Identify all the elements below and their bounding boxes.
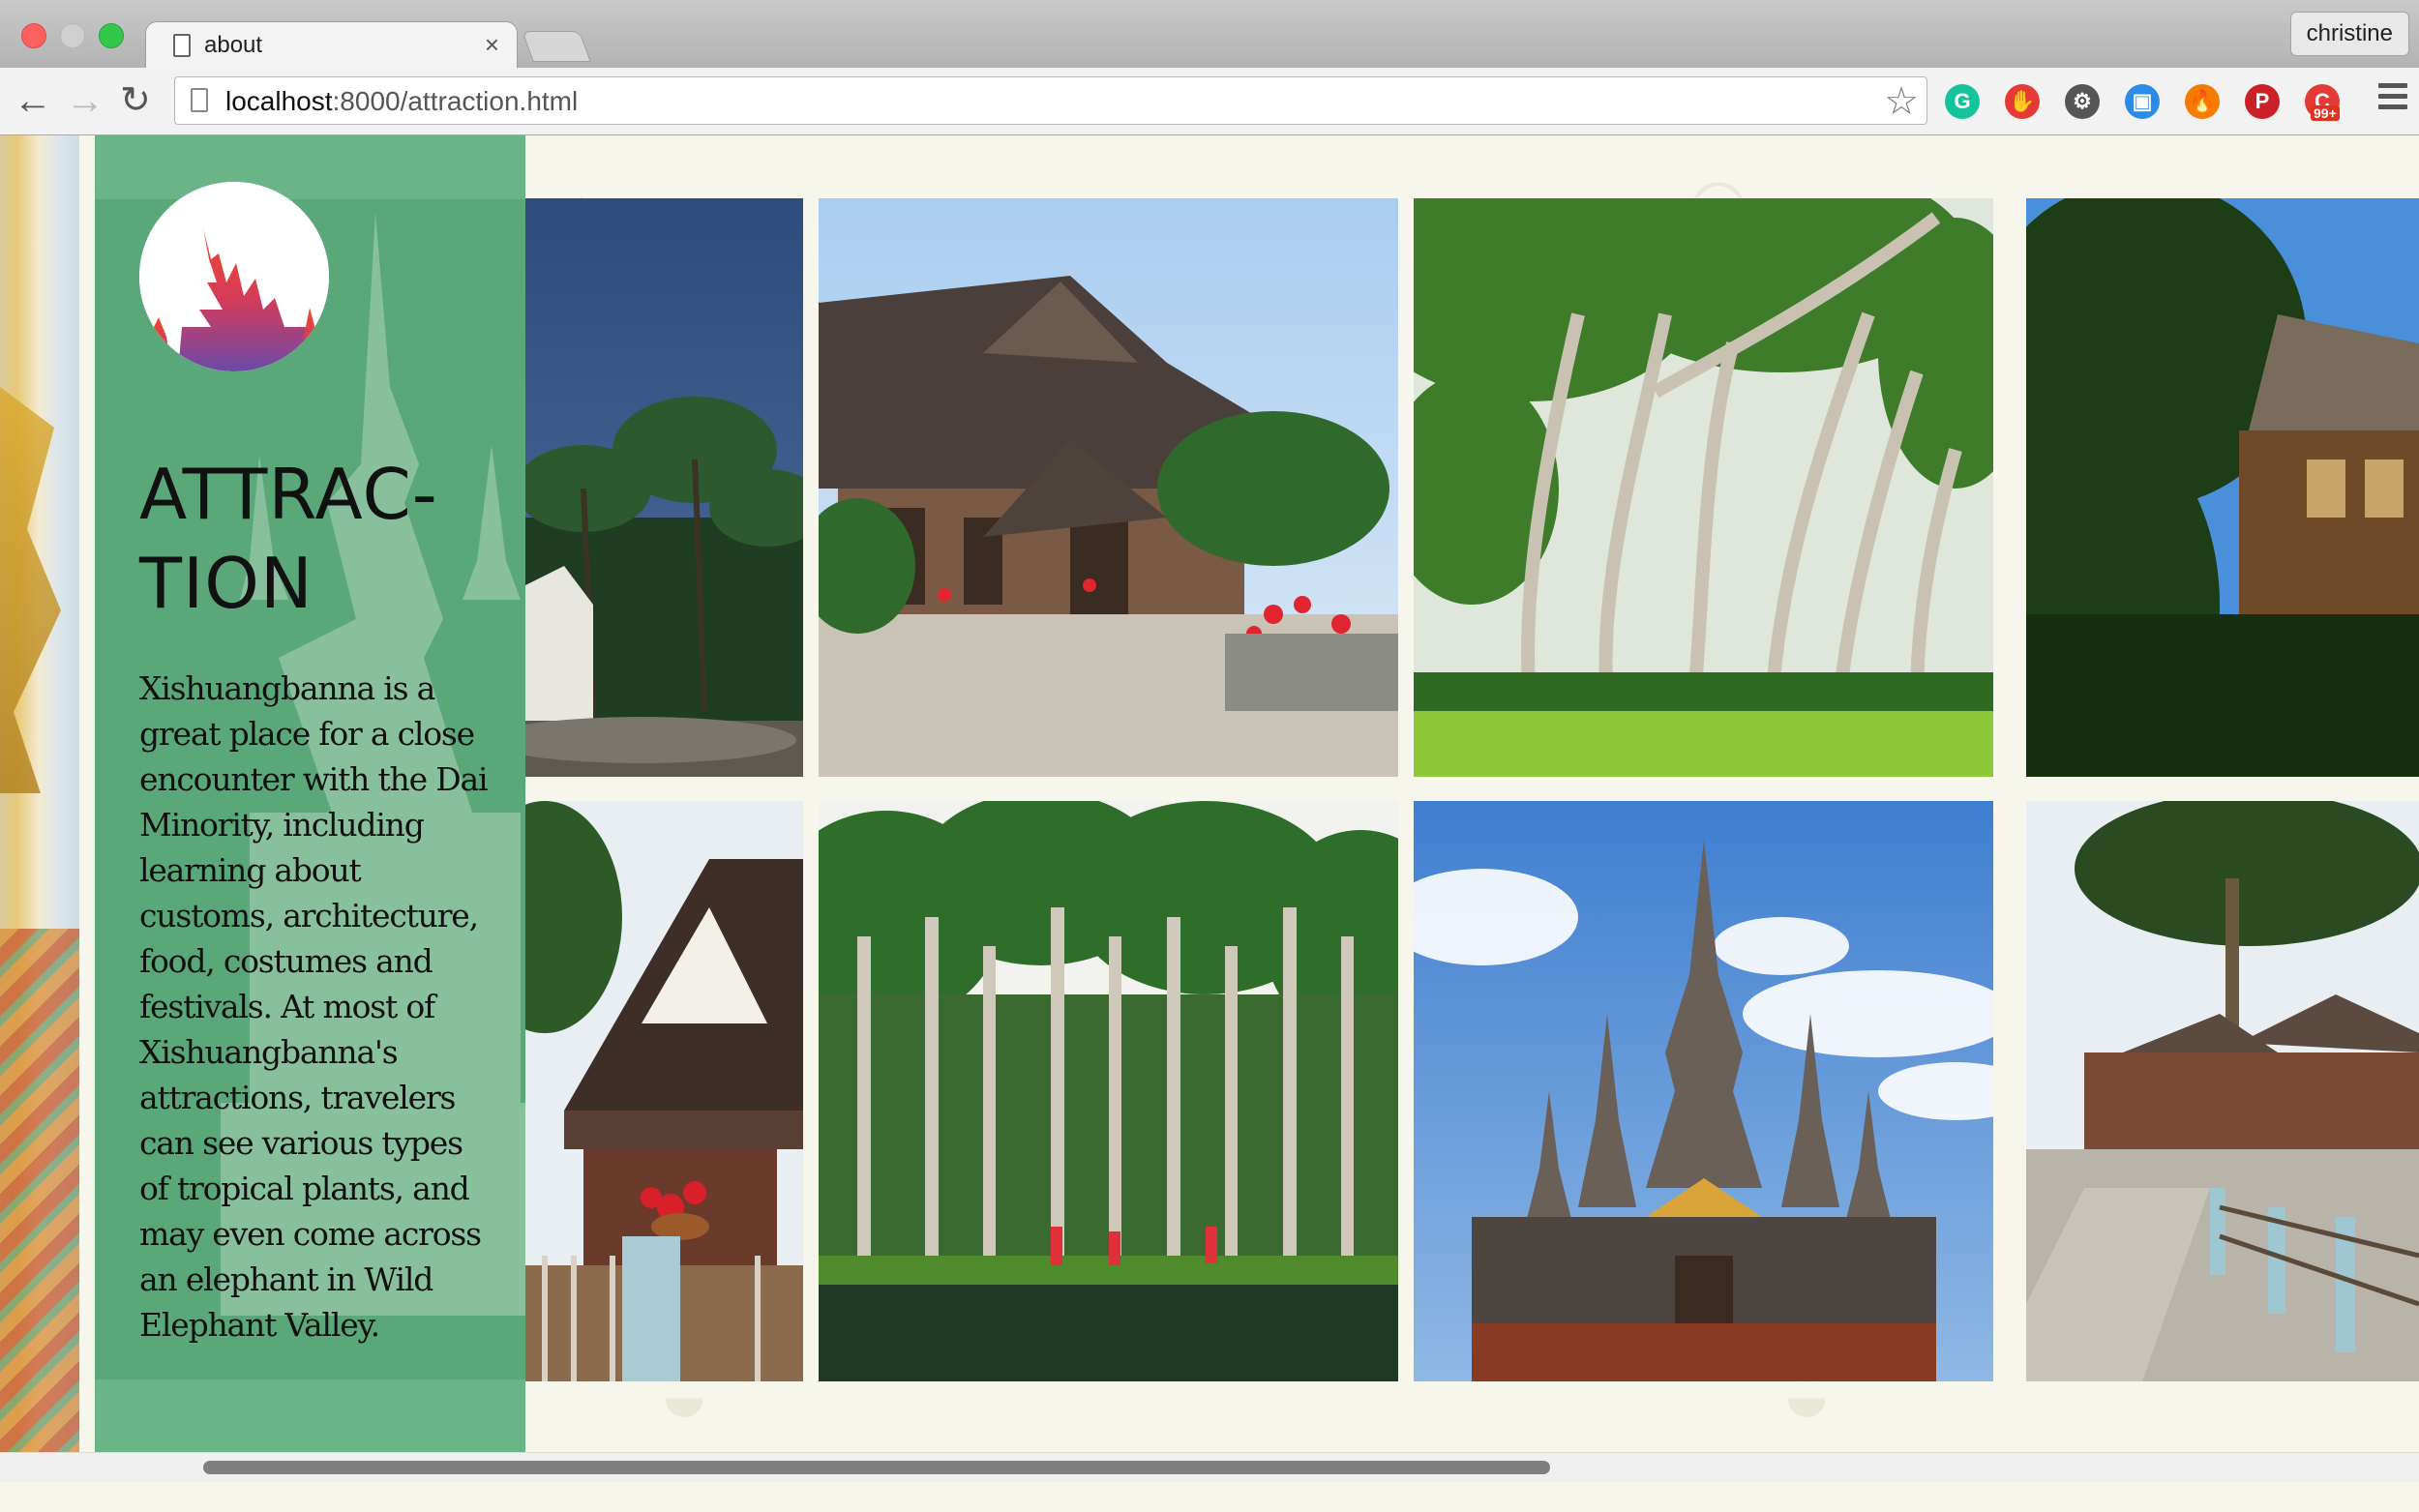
zoom-window-button[interactable] (99, 23, 124, 48)
gallery-photo-dai-house[interactable] (819, 198, 1398, 777)
url-text: localhost:8000/attraction.html (225, 86, 578, 117)
url-path: :8000/attraction.html (332, 86, 579, 116)
window-extension-icon[interactable]: ▣ (2125, 84, 2160, 119)
page-title-line2: TION (139, 543, 314, 624)
page-viewport: ☼ ☺ ◒ ◒ (0, 135, 2419, 1482)
tab-title: about (204, 32, 263, 58)
gallery-photo-stupa-palms[interactable] (525, 198, 803, 777)
pinterest-extension-icon[interactable]: P (2245, 84, 2280, 119)
page-title: ATTRAC- TION (139, 450, 507, 628)
horizontal-scrollbar[interactable] (0, 1452, 2419, 1482)
site-logo[interactable] (139, 182, 329, 371)
chrome-menu-icon[interactable] (2378, 83, 2407, 115)
tab-bar: about × christine (0, 0, 2419, 68)
gallery-photo-village-lane[interactable] (2026, 801, 2419, 1381)
notification-badge: 99+ (2311, 105, 2340, 121)
horizontal-scrollbar-thumb[interactable] (203, 1461, 1550, 1474)
grammarly-extension-icon[interactable]: G (1945, 84, 1980, 119)
browser-toolbar: ← → ↻ localhost:8000/attraction.html ☆ G… (0, 68, 2419, 135)
url-host: localhost (225, 86, 333, 116)
page-info-icon[interactable] (191, 88, 208, 112)
page-description: Xishuangbanna is a great place for a clo… (139, 669, 489, 1344)
close-tab-icon[interactable]: × (485, 30, 499, 60)
forward-arrow-icon[interactable]: → (66, 79, 105, 122)
new-tab-button[interactable] (522, 31, 591, 62)
reload-icon[interactable]: ↻ (120, 79, 151, 122)
puzzle-extension-icon[interactable]: ⚙ (2065, 84, 2100, 119)
left-background-photo (0, 135, 79, 1482)
close-window-button[interactable] (21, 23, 46, 48)
address-bar[interactable]: localhost:8000/attraction.html ☆ (174, 76, 1927, 125)
page-icon (173, 34, 191, 57)
gallery-photo-golden-pagoda[interactable] (1414, 801, 1993, 1381)
bookmark-star-icon[interactable]: ☆ (1884, 79, 1919, 124)
adblock-extension-icon[interactable]: ✋ (2005, 84, 2040, 119)
minimize-window-button[interactable] (60, 23, 85, 48)
sidebar-panel: ATTRAC- TION Xishuangbanna is a great pl… (95, 135, 525, 1482)
fire-extension-icon[interactable]: 🔥 (2185, 84, 2220, 119)
gallery-photo-banyan-tree[interactable] (1414, 198, 1993, 777)
back-arrow-icon[interactable]: ← (14, 79, 52, 122)
profile-button[interactable]: christine (2289, 12, 2409, 56)
gallery-photo-dai-roof-flowers[interactable] (525, 801, 803, 1381)
gallery-photo-palm-avenue-pond[interactable] (819, 801, 1398, 1381)
tab-about[interactable]: about × (145, 21, 518, 68)
gallery-photo-wooden-house-tree[interactable] (2026, 198, 2419, 777)
notifier-extension-icon[interactable]: C 99+ (2305, 84, 2340, 121)
page-title-line1: ATTRAC- (139, 454, 438, 535)
